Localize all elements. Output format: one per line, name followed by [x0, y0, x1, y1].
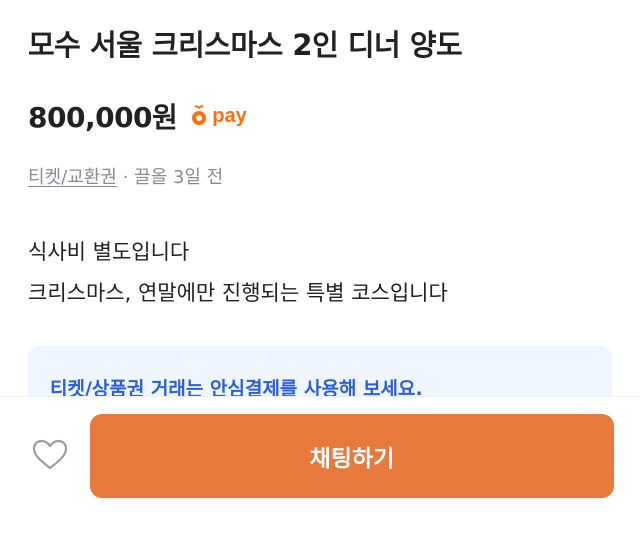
category-link[interactable]: 티켓/교환권 — [28, 167, 117, 188]
pay-badge: pay — [189, 104, 247, 128]
pay-label: pay — [212, 104, 247, 127]
carrot-pay-icon — [189, 105, 209, 127]
chat-button[interactable]: 채팅하기 — [90, 414, 614, 498]
description-line: 식사비 별도입니다 — [28, 240, 190, 264]
bottom-action-bar: 채팅하기 — [0, 396, 640, 534]
heart-outline-icon — [32, 439, 68, 475]
posted-time: 끌올 3일 전 — [134, 167, 224, 188]
product-meta: 티켓/교환권 · 끌올 3일 전 — [28, 163, 223, 189]
like-button[interactable] — [30, 437, 70, 477]
meta-separator: · — [116, 167, 135, 188]
description-line: 크리스마스, 연말에만 진행되는 특별 코스입니다 — [28, 281, 448, 305]
product-title: 모수 서울 크리스마스 2인 디너 양도 — [28, 28, 463, 62]
price-row: 800,000원 pay — [28, 96, 247, 136]
product-price: 800,000원 — [28, 101, 178, 134]
product-description: 식사비 별도입니다 크리스마스, 연말에만 진행되는 특별 코스입니다 — [28, 232, 448, 314]
